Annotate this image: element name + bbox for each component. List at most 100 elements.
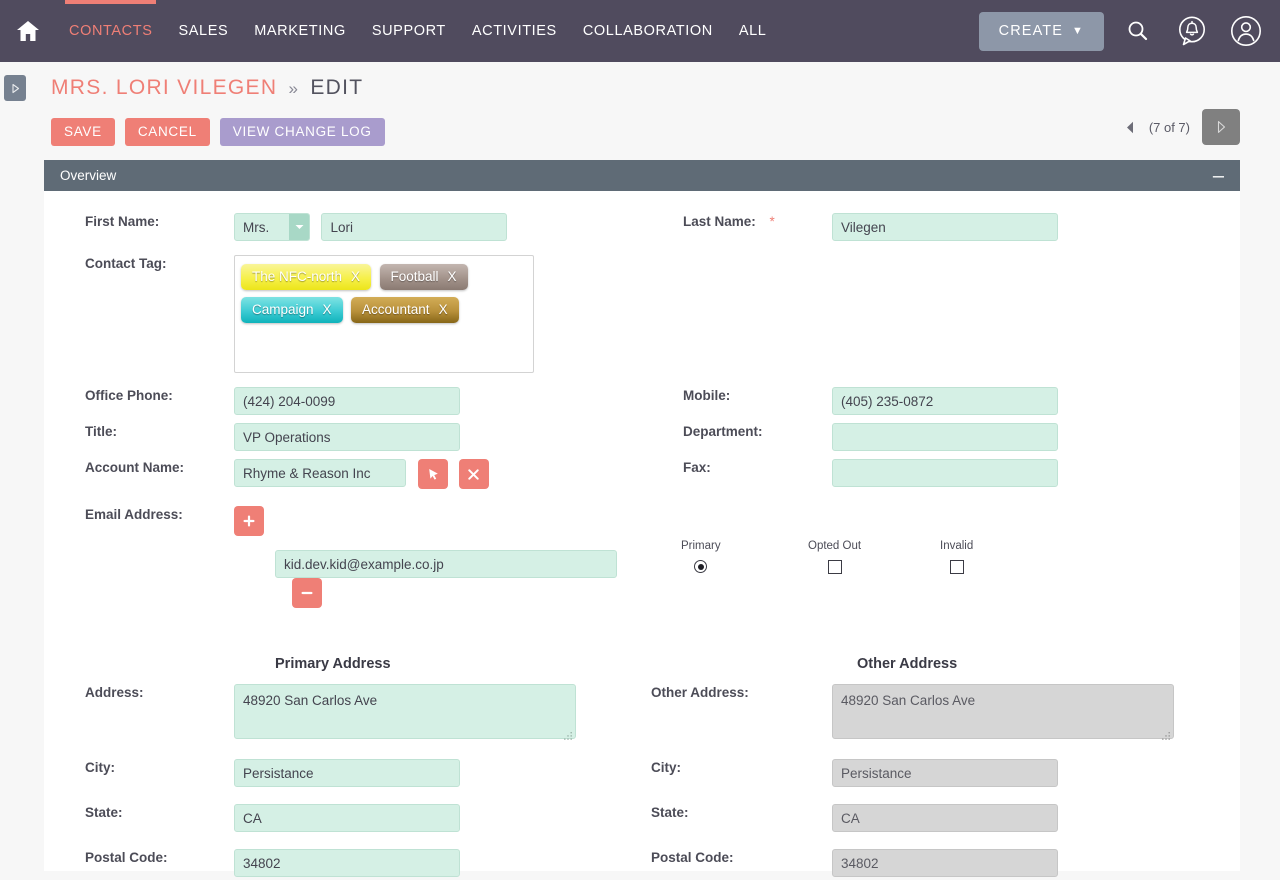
next-record-button[interactable] [1202,109,1240,145]
email-input[interactable] [275,550,617,578]
form-col-email-value [44,550,642,608]
create-button[interactable]: CREATE ▼ [978,11,1104,51]
cancel-button[interactable]: CANCEL [124,117,210,146]
save-button[interactable]: SAVE [51,117,115,146]
field-primary-state: State: [44,804,642,832]
search-button[interactable] [1118,11,1158,51]
notifications-button[interactable] [1172,11,1212,51]
nav-item-collaboration[interactable]: COLLABORATION [570,0,726,62]
page-content-area: MRS. LORI VILEGEN » EDIT SAVE CANCEL VIE… [0,62,1280,880]
mobile-input[interactable] [832,387,1058,415]
collapse-panel-icon[interactable]: – [1213,166,1224,186]
salutation-select[interactable]: Mrs. [234,213,310,241]
tag-chip[interactable]: Accountant X [351,297,459,323]
tag-chip[interactable]: The NFC-north X [241,264,372,290]
form-row-phones: Office Phone: Mobile: [44,387,1240,415]
form-col-primary-postal: Postal Code: [44,849,642,877]
form-col-right-tag-spacer [642,255,1240,373]
notification-bell-icon [1179,16,1205,46]
search-icon [1128,21,1148,41]
view-change-log-button[interactable]: VIEW CHANGE LOG [219,117,385,146]
nav-item-marketing[interactable]: MARKETING [241,0,359,62]
form-col-other-address: Other Address: 48920 San Carlos Ave [642,684,1240,744]
field-title: Title: [44,423,642,451]
contact-tag-box[interactable]: The NFC-north X Football X Campaign X Accou… [234,255,534,373]
breadcrumb-separator: » [288,79,300,98]
title-input[interactable] [234,423,460,451]
last-name-label: Last Name: * [642,213,832,231]
tag-label: Football [390,269,439,284]
field-account-name: Account Name: [44,459,642,489]
overview-panel-header: Overview – [44,160,1240,191]
primary-address-textarea[interactable]: 48920 San Carlos Ave [234,684,576,739]
remove-minus-icon [301,591,313,595]
form-row-postal: Postal Code: Postal Code: [44,849,1240,877]
tag-remove-icon[interactable]: X [351,269,360,284]
department-input[interactable] [832,423,1058,451]
account-select-button[interactable] [418,459,449,489]
primary-city-input[interactable] [234,759,460,787]
tag-chip[interactable]: Football X [379,264,468,290]
other-state-label: State: [651,805,689,820]
form-row-address-headings: Primary Address Other Address [44,655,1240,673]
last-name-input[interactable] [832,213,1058,241]
tag-label: The NFC-north [252,269,343,284]
primary-address-textarea-wrap: 48920 San Carlos Ave [234,684,576,744]
user-profile-button[interactable] [1226,11,1266,51]
account-name-label: Account Name: [85,460,185,475]
nav-item-activities[interactable]: ACTIVITIES [459,0,570,62]
top-navigation-bar: CONTACTS SALES MARKETING SUPPORT ACTIVIT… [0,0,1280,62]
account-name-input[interactable] [234,459,406,487]
other-address-label: Other Address: [651,685,749,700]
form-col-primary-address: Address: 48920 San Carlos Ave [44,684,642,744]
home-button[interactable] [0,0,56,62]
sidebar-toggle-button[interactable] [4,75,26,101]
department-label: Department: [683,424,763,439]
record-position-label: (7 of 7) [1148,119,1190,135]
field-contact-tag: Contact Tag: The NFC-north X Football X Ca… [44,255,642,373]
primary-state-input[interactable] [234,804,460,832]
first-name-input[interactable] [321,213,508,241]
nav-item-contacts[interactable]: CONTACTS [56,0,165,62]
field-other-postal: Postal Code: [642,849,1240,877]
tag-remove-icon[interactable]: X [439,302,448,317]
form-col-email: Email Address: [44,506,642,536]
tag-remove-icon[interactable]: X [323,302,332,317]
account-clear-button[interactable] [458,459,489,489]
office-phone-input[interactable] [234,387,460,415]
nav-item-sales[interactable]: SALES [165,0,241,62]
other-state-input [832,804,1058,832]
form-col-account-name: Account Name: [44,459,642,489]
home-icon [17,21,39,41]
form-col-other-city: City: [642,759,1240,787]
primary-postal-input[interactable] [234,849,460,877]
fax-input[interactable] [832,459,1058,487]
nav-item-support[interactable]: SUPPORT [359,0,459,62]
tag-label: Campaign [252,302,314,317]
tag-remove-icon[interactable]: X [448,269,457,284]
email-primary-group: Primary [681,540,721,578]
record-pager: (7 of 7) [1124,109,1240,145]
breadcrumb-record-name[interactable]: MRS. LORI VILEGEN [51,76,277,99]
other-address-textarea: 48920 San Carlos Ave [832,684,1174,739]
address-label: Address: [85,685,144,700]
form-col-title: Title: [44,423,642,451]
primary-radio[interactable] [694,560,708,573]
previous-record-button[interactable] [1124,116,1137,138]
tag-chip[interactable]: Campaign X [241,297,343,323]
form-col-primary-city: City: [44,759,642,787]
add-email-button[interactable] [234,506,264,536]
email-address-label: Email Address: [85,507,183,522]
opted-out-checkbox[interactable] [827,560,842,574]
primary-label: Primary [681,540,721,552]
field-email-address: Email Address: [44,506,642,536]
chevron-down-icon [289,214,309,240]
invalid-checkbox[interactable] [949,560,964,574]
form-row-email: Email Address: [44,506,1240,536]
user-avatar-icon [1231,16,1261,46]
breadcrumb-mode: EDIT [310,76,364,99]
nav-item-all[interactable]: ALL [726,0,780,62]
other-postal-label: Postal Code: [651,850,734,865]
remove-email-button[interactable] [292,578,322,608]
field-other-city: City: [642,759,1240,787]
